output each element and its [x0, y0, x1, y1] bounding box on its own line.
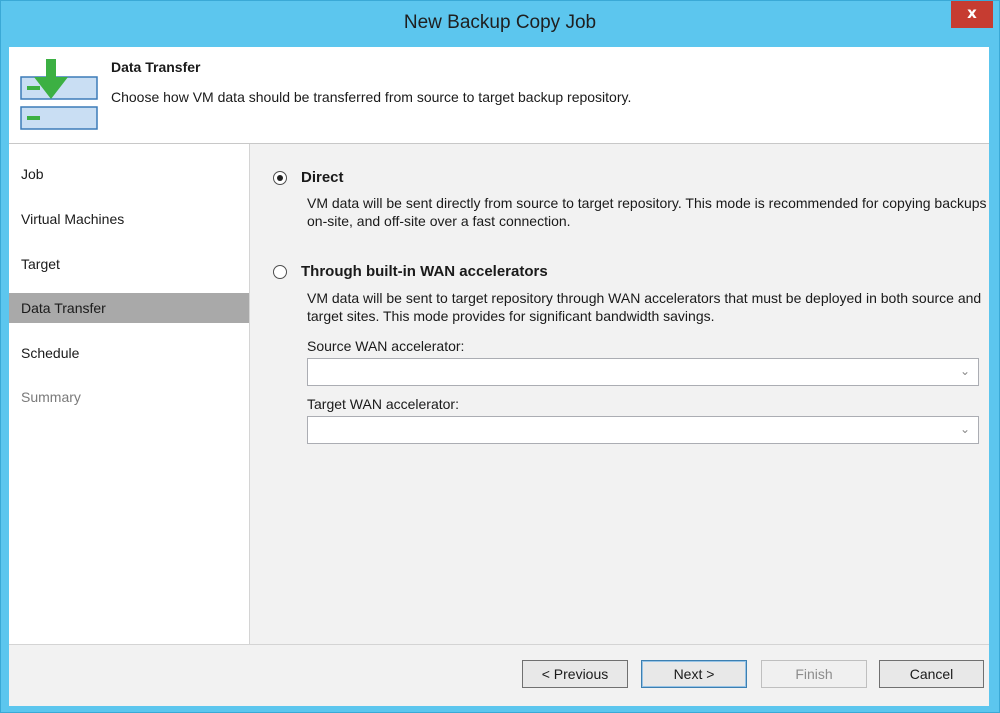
- source-wan-dropdown[interactable]: ⌄: [307, 358, 979, 386]
- finish-button: Finish: [761, 660, 867, 688]
- cancel-button[interactable]: Cancel: [879, 660, 984, 688]
- direct-description: VM data will be sent directly from sourc…: [307, 195, 987, 229]
- sidebar-item-virtual-machines[interactable]: Virtual Machines: [9, 204, 249, 234]
- chevron-down-icon: ⌄: [959, 422, 970, 436]
- sidebar-item-data-transfer[interactable]: Data Transfer: [9, 293, 249, 323]
- sidebar-item-job[interactable]: Job: [9, 159, 249, 189]
- window-title: New Backup Copy Job: [403, 12, 597, 33]
- wizard-footer: < Previous Next > Finish Cancel: [9, 644, 989, 706]
- chevron-down-icon: ⌄: [959, 364, 970, 378]
- data-transfer-panel: Direct VM data will be sent directly fro…: [250, 144, 989, 644]
- step-description: Choose how VM data should be transferred…: [111, 89, 632, 105]
- target-wan-label: Target WAN accelerator:: [307, 396, 459, 412]
- direct-label: Direct: [301, 169, 344, 186]
- target-wan-dropdown[interactable]: ⌄: [307, 416, 979, 444]
- sidebar-item-target[interactable]: Target: [9, 249, 249, 279]
- title-bar[interactable]: New Backup Copy Job x: [1, 1, 999, 47]
- wan-radio[interactable]: [273, 264, 287, 279]
- wan-option[interactable]: Through built-in WAN accelerators: [273, 263, 548, 280]
- wizard-header: Data Transfer Choose how VM data should …: [9, 47, 989, 144]
- previous-button[interactable]: < Previous: [522, 660, 628, 688]
- direct-option[interactable]: Direct: [273, 169, 344, 186]
- dialog-window: New Backup Copy Job x Data Transfer Choo…: [0, 0, 1000, 713]
- dialog-body: Data Transfer Choose how VM data should …: [9, 47, 989, 706]
- sidebar-item-summary: Summary: [21, 389, 81, 405]
- wan-label: Through built-in WAN accelerators: [301, 263, 548, 280]
- wan-description: VM data will be sent to target repositor…: [307, 290, 982, 324]
- source-wan-label: Source WAN accelerator:: [307, 338, 465, 354]
- step-title: Data Transfer: [111, 59, 201, 75]
- sidebar-item-schedule[interactable]: Schedule: [9, 338, 249, 368]
- direct-radio[interactable]: [273, 170, 287, 185]
- close-button[interactable]: x: [951, 1, 993, 28]
- wizard-steps-sidebar: Job Virtual Machines Target Data Transfe…: [9, 144, 250, 644]
- next-button[interactable]: Next >: [641, 660, 747, 688]
- backup-transfer-icon: [20, 59, 98, 130]
